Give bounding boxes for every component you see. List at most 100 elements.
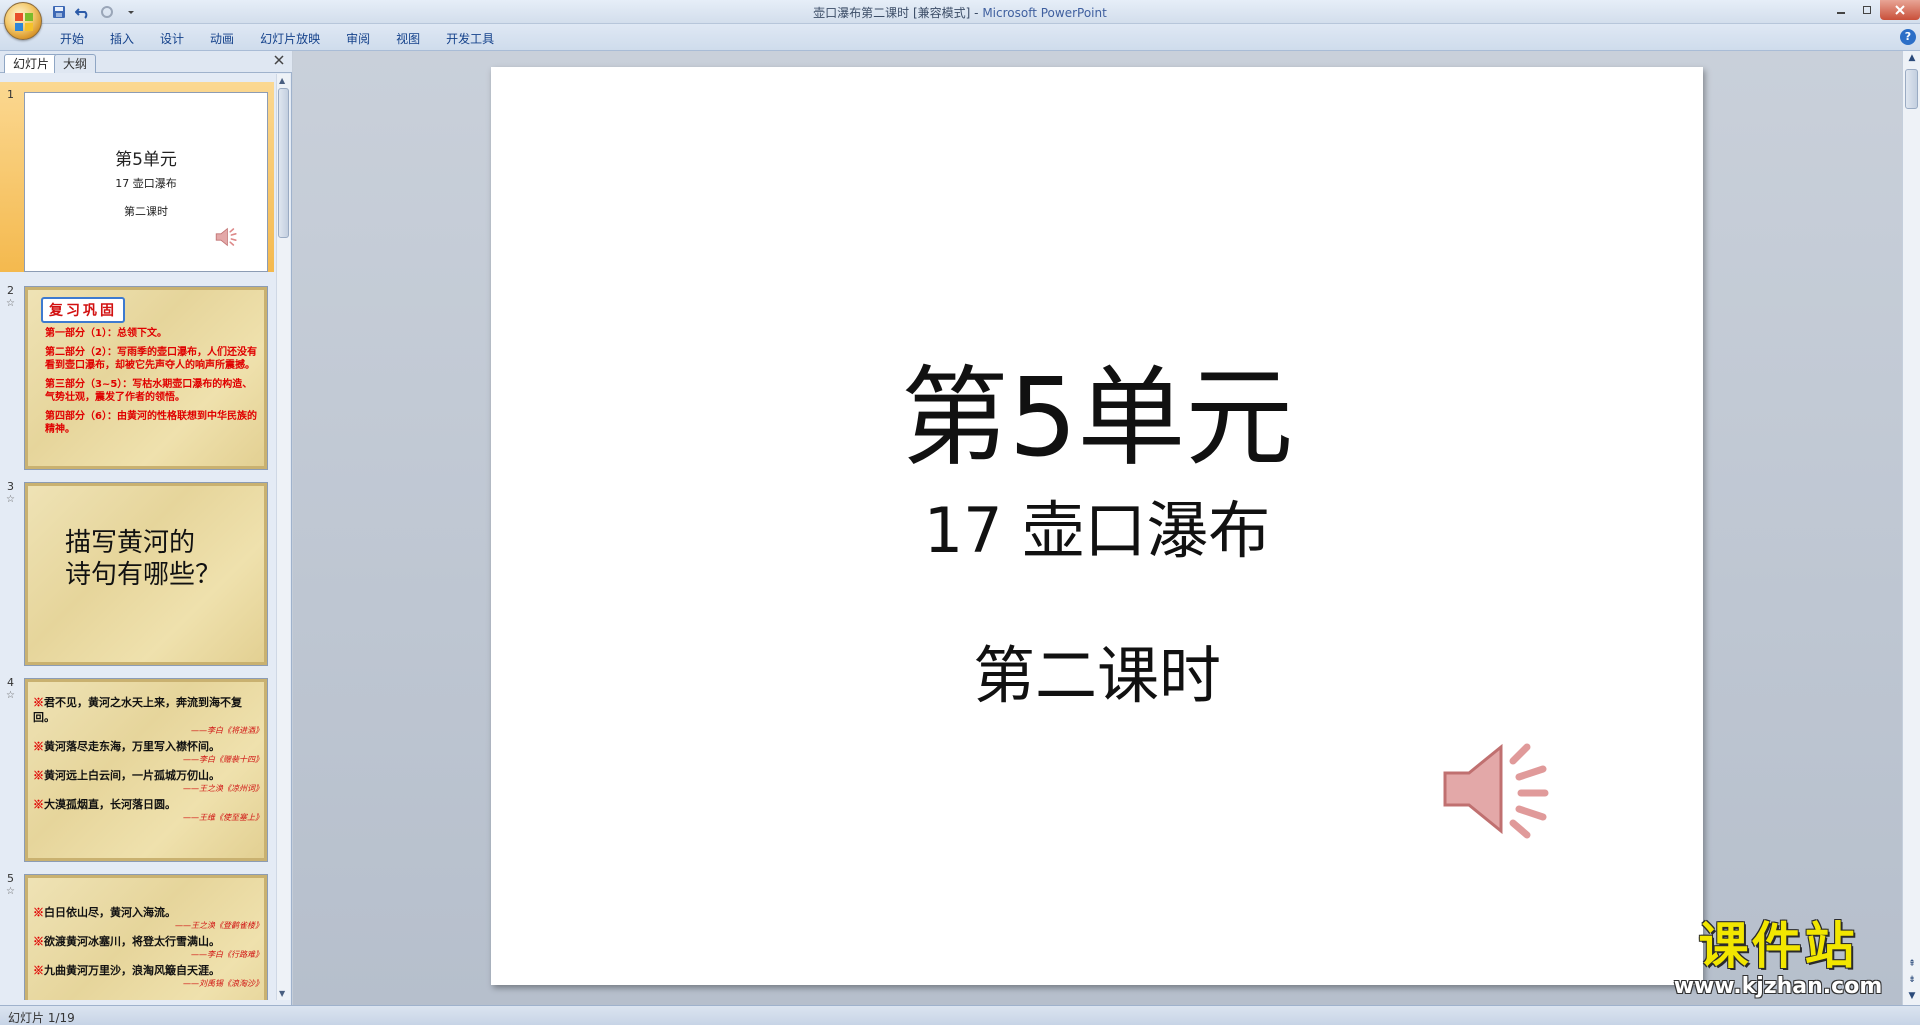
slide-number: 3	[7, 480, 14, 493]
title-bar: 壶口瀑布第二课时 [兼容模式] - Microsoft PowerPoint	[0, 0, 1920, 24]
application-name: Microsoft PowerPoint	[982, 6, 1107, 20]
slide-thumbnail-2[interactable]: 2 ☆ 复习巩固 第一部分（1）：总领下文。 第二部分（2）：写雨季的壶口瀑布，…	[0, 278, 274, 470]
status-bar: 幻灯片 1/19	[0, 1005, 1920, 1025]
slides-panel: 幻灯片 大纲 1 第5单元 17 壶口瀑布 第二课时 2 ☆ 复习巩固 第一部分…	[0, 51, 292, 1005]
poem-line: ※大漠孤烟直，长河落日圆。	[33, 798, 176, 811]
office-logo-icon	[15, 13, 33, 31]
poem-line: ※欲渡黄河冰塞川，将登太行雪满山。	[33, 935, 220, 948]
poem-source: ——刘禹锡《浪淘沙》	[183, 979, 263, 988]
scroll-down-icon[interactable]: ▼	[1906, 991, 1918, 1005]
document-name: 壶口瀑布第二课时 [兼容模式]	[813, 6, 971, 20]
thumb-line: 第三部分（3~5）：写枯水期壶口瀑布的构造、气势壮观，震发了作者的领悟。	[45, 379, 253, 403]
tab-animations[interactable]: 动画	[198, 28, 246, 49]
poem-source: ——李白《将进酒》	[191, 726, 263, 735]
poem-source: ——王之涣《登鹳雀楼》	[175, 921, 263, 930]
poem-source: ——李白《赠裴十四》	[183, 755, 263, 764]
thumbnail-canvas: 第5单元 17 壶口瀑布 第二课时	[24, 92, 268, 272]
poem-line: ※黄河落尽走东海，万里写入襟怀间。	[33, 740, 220, 753]
poem-line: ※黄河远上白云间，一片孤城万仞山。	[33, 769, 220, 782]
slide-thumbnail-1[interactable]: 1 第5单元 17 壶口瀑布 第二课时	[0, 82, 274, 272]
thumb-poems: ※君不见，黄河之水天上来，奔流到海不复回。 ——李白《将进酒》 ※黄河落尽走东海…	[33, 693, 263, 824]
ribbon-tabs: 开始 插入 设计 动画 幻灯片放映 审阅 视图 开发工具	[48, 28, 508, 49]
tab-slideshow[interactable]: 幻灯片放映	[248, 28, 332, 49]
thumb-line: 诗句有哪些？	[65, 560, 222, 590]
tab-review[interactable]: 审阅	[334, 28, 382, 49]
tab-view[interactable]: 视图	[384, 28, 432, 49]
slide-editor: 第5单元 17 壶口瀑布 第二课时	[293, 51, 1902, 1005]
panel-close-button[interactable]	[274, 53, 284, 69]
window-controls	[1828, 0, 1920, 22]
scroll-up-icon[interactable]: ▲	[279, 76, 285, 85]
editor-scrollbar[interactable]: ▲ ⇞ ⇟ ▼	[1902, 51, 1920, 1005]
slide-thumbnail-5[interactable]: 5 ☆ ※白日依山尽，黄河入海流。 ——王之涣《登鹳雀楼》 ※欲渡黄河冰塞川，将…	[0, 866, 274, 1000]
thumbnail-canvas: ※君不见，黄河之水天上来，奔流到海不复回。 ——李白《将进酒》 ※黄河落尽走东海…	[24, 678, 268, 862]
poem-line: ※九曲黄河万里沙，浪淘风簸自天涯。	[33, 964, 220, 977]
thumbnail-canvas: 描写黄河的 诗句有哪些？	[24, 482, 268, 666]
minimize-button[interactable]	[1828, 0, 1854, 20]
slide-number: 4	[7, 676, 14, 689]
ribbon: 开始 插入 设计 动画 幻灯片放映 审阅 视图 开发工具 ?	[0, 24, 1920, 51]
thumb-badge: 复习巩固	[41, 297, 125, 323]
tab-design[interactable]: 设计	[148, 28, 196, 49]
poem-line: ※君不见，黄河之水天上来，奔流到海不复回。	[33, 696, 242, 724]
scrollbar-thumb[interactable]	[278, 88, 289, 238]
watermark-brand: 课件站	[1698, 917, 1858, 975]
thumb-subtitle: 17 壶口瀑布	[115, 177, 177, 190]
thumb-body: 第一部分（1）：总领下文。 第二部分（2）：写雨季的壶口瀑布，人们还没有看到壶口…	[45, 327, 257, 442]
thumb-line: 描写黄河的	[65, 528, 196, 558]
slide-thumbnail-3[interactable]: 3 ☆ 描写黄河的 诗句有哪些？	[0, 474, 274, 666]
poem-source: ——王维《使至塞上》	[183, 813, 263, 822]
slide-title[interactable]: 第5单元	[491, 331, 1703, 487]
thumb-line: 第四部分（6）：由黄河的性格联想到中华民族的精神。	[45, 411, 257, 435]
animation-mark-icon: ☆	[6, 886, 15, 897]
maximize-button[interactable]	[1854, 0, 1880, 20]
poem-source: ——李白《行路难》	[191, 950, 263, 959]
slide-subtitle[interactable]: 17 壶口瀑布	[491, 480, 1703, 570]
slide-canvas[interactable]: 第5单元 17 壶口瀑布 第二课时	[491, 67, 1703, 985]
slide-number: 1	[7, 88, 14, 101]
watermark-logo: 课件站 www.kjzhan.com	[1656, 918, 1900, 1002]
next-slide-icon[interactable]: ⇟	[1906, 975, 1918, 989]
thumb-question: 描写黄河的 诗句有哪些？	[65, 527, 221, 591]
thumb-line: 第一部分（1）：总领下文。	[45, 328, 167, 339]
poem-line: ※白日依山尽，黄河入海流。	[33, 906, 176, 919]
close-icon	[274, 55, 284, 65]
tab-insert[interactable]: 插入	[98, 28, 146, 49]
tab-slides[interactable]: 幻灯片	[4, 54, 59, 73]
thumb-line: 第二部分（2）：写雨季的壶口瀑布，人们还没有看到壶口瀑布，却被它先声夺人的响声所…	[45, 347, 257, 371]
speaker-icon	[215, 227, 237, 247]
help-icon: ?	[1904, 30, 1912, 43]
help-button[interactable]: ?	[1900, 29, 1916, 45]
scrollbar-thumb[interactable]	[1905, 69, 1918, 109]
close-icon	[1895, 5, 1905, 15]
minimize-icon	[1837, 12, 1845, 14]
slide-counter: 幻灯片 1/19	[8, 1011, 75, 1025]
thumbnail-canvas: ※白日依山尽，黄河入海流。 ——王之涣《登鹳雀楼》 ※欲渡黄河冰塞川，将登太行雪…	[24, 874, 268, 1000]
slide-number: 5	[7, 872, 14, 885]
watermark-url: www.kjzhan.com	[1673, 974, 1883, 999]
thumbnail-scrollbar[interactable]: ▲ ▼	[276, 74, 290, 1000]
slide-lesson[interactable]: 第二课时	[491, 625, 1703, 715]
thumb-poems: ※白日依山尽，黄河入海流。 ——王之涣《登鹳雀楼》 ※欲渡黄河冰塞川，将登太行雪…	[33, 903, 263, 990]
thumb-lesson: 第二课时	[124, 205, 168, 218]
thumbnail-canvas: 复习巩固 第一部分（1）：总领下文。 第二部分（2）：写雨季的壶口瀑布，人们还没…	[24, 286, 268, 470]
speaker-icon[interactable]	[1439, 739, 1549, 839]
slide-number: 2	[7, 284, 14, 297]
poem-source: ——王之涣《凉州词》	[183, 784, 263, 793]
window-title: 壶口瀑布第二课时 [兼容模式] - Microsoft PowerPoint	[0, 4, 1920, 21]
close-button[interactable]	[1880, 0, 1920, 20]
thumbnail-list: 1 第5单元 17 壶口瀑布 第二课时 2 ☆ 复习巩固 第一部分（1）：总领下…	[0, 74, 274, 1000]
animation-mark-icon: ☆	[6, 494, 15, 505]
animation-mark-icon: ☆	[6, 298, 15, 309]
office-button[interactable]	[4, 2, 42, 40]
thumb-title: 第5单元	[115, 150, 177, 170]
scroll-up-icon[interactable]: ▲	[1906, 53, 1918, 67]
animation-mark-icon: ☆	[6, 690, 15, 701]
panel-tabs: 幻灯片 大纲	[0, 51, 292, 73]
previous-slide-icon[interactable]: ⇞	[1906, 959, 1918, 973]
tab-home[interactable]: 开始	[48, 28, 96, 49]
slide-thumbnail-4[interactable]: 4 ☆ ※君不见，黄河之水天上来，奔流到海不复回。 ——李白《将进酒》 ※黄河落…	[0, 670, 274, 862]
scroll-down-icon[interactable]: ▼	[279, 989, 285, 998]
tab-outline[interactable]: 大纲	[54, 54, 97, 73]
tab-developer[interactable]: 开发工具	[434, 28, 506, 49]
